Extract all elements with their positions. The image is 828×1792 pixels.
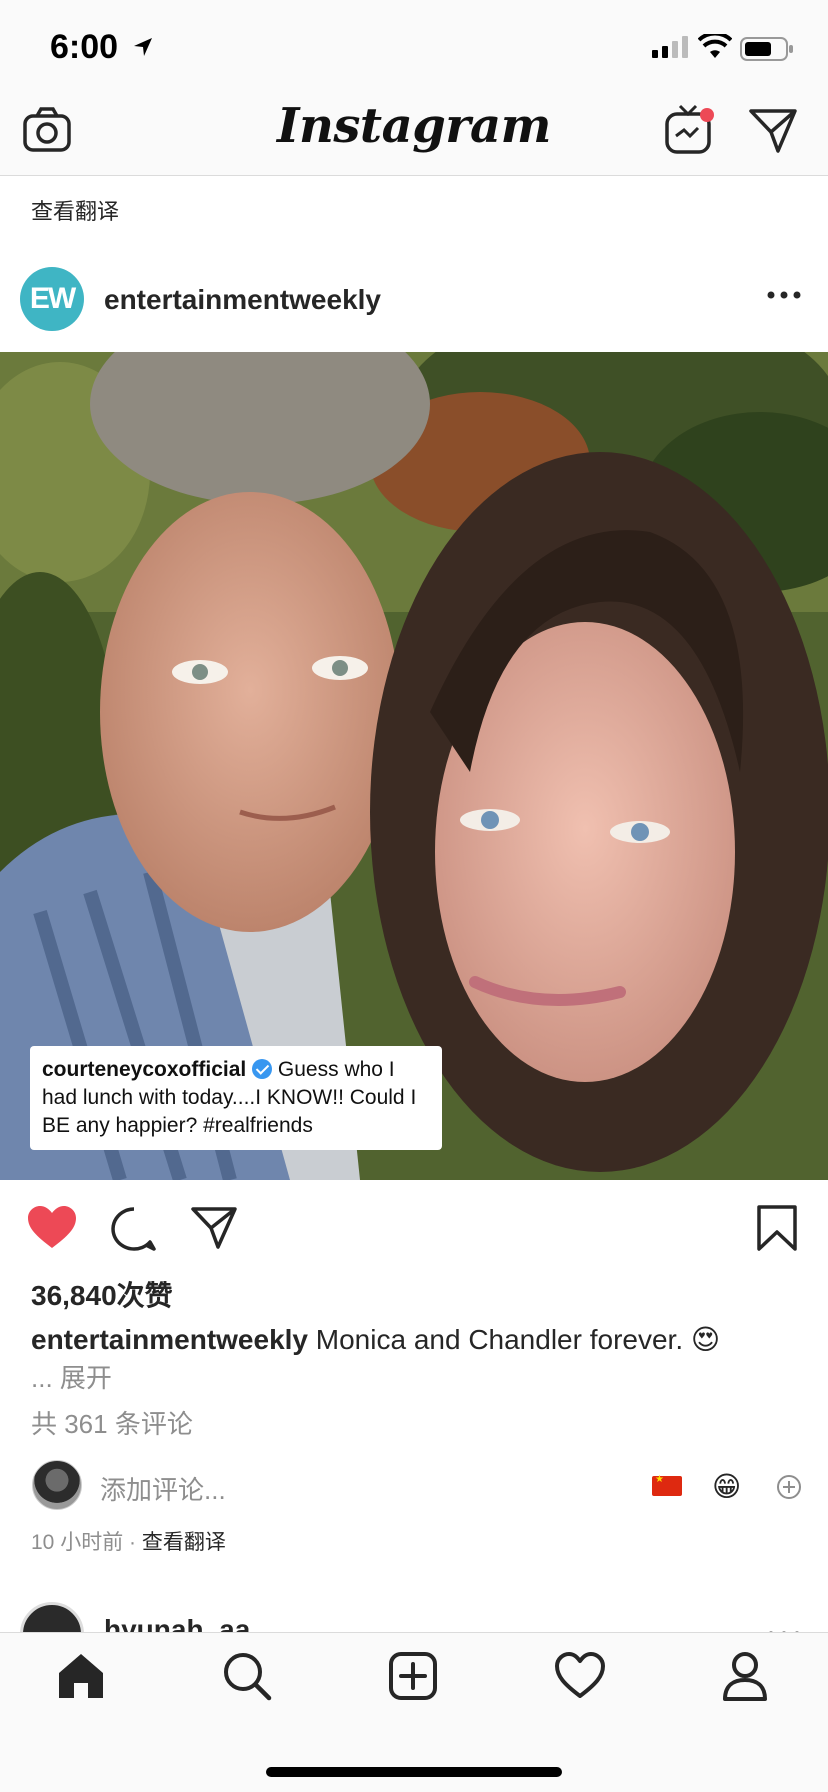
- home-icon[interactable]: [56, 1651, 106, 1701]
- status-bar: 6:00: [0, 0, 828, 92]
- add-comment-row: 添加评论... 😁: [0, 1458, 828, 1512]
- new-post-icon[interactable]: [388, 1651, 438, 1701]
- home-indicator: [266, 1767, 562, 1777]
- verified-badge-icon: [252, 1059, 273, 1079]
- view-all-comments-link[interactable]: 共 361 条评论: [31, 1404, 193, 1441]
- comment-input[interactable]: 添加评论...: [100, 1470, 226, 1507]
- location-arrow-icon: [134, 38, 152, 56]
- post-caption: entertainmentweekly Monica and Chandler …: [31, 1322, 801, 1358]
- battery-icon: [740, 37, 793, 61]
- activity-heart-icon[interactable]: [554, 1651, 606, 1699]
- expand-caption-link[interactable]: ... 展开: [31, 1358, 112, 1395]
- post-username[interactable]: entertainmentweekly: [104, 284, 381, 316]
- bookmark-icon[interactable]: [756, 1204, 798, 1252]
- comment-icon[interactable]: [110, 1206, 158, 1252]
- search-icon[interactable]: [222, 1651, 272, 1701]
- top-nav-bar: Instagram: [0, 92, 828, 176]
- wifi-icon: [698, 34, 732, 58]
- likes-count[interactable]: 36,840次赞: [31, 1274, 173, 1314]
- direct-message-icon[interactable]: [748, 108, 798, 154]
- profile-icon[interactable]: [722, 1651, 768, 1701]
- post-timestamp: 10 小时前 · 查看翻译: [31, 1526, 226, 1556]
- more-options-icon[interactable]: [766, 290, 802, 300]
- status-time: 6:00: [50, 28, 119, 66]
- translate-link[interactable]: 查看翻译: [142, 1531, 226, 1554]
- add-circle-icon[interactable]: [776, 1474, 802, 1500]
- cellular-signal-icon: [652, 36, 688, 58]
- post-actions: [0, 1196, 828, 1260]
- photo-caption-overlay: courteneycoxofficial Guess who I had lun…: [30, 1046, 442, 1150]
- overlay-username: courteneycoxofficial: [42, 1058, 247, 1081]
- post-header: EW entertainmentweekly: [0, 262, 828, 338]
- china-flag-emoji-icon[interactable]: [652, 1474, 682, 1496]
- previous-translate-link[interactable]: 查看翻译: [31, 194, 119, 226]
- avatar: [32, 1460, 82, 1510]
- time-ago-text: 10 小时前 ·: [31, 1531, 142, 1554]
- caption-text: Monica and Chandler forever. 😍: [315, 1324, 721, 1355]
- bottom-tab-bar: [0, 1632, 828, 1792]
- grin-emoji[interactable]: 😁: [712, 1472, 741, 1502]
- avatar[interactable]: EW: [20, 267, 84, 331]
- caption-username[interactable]: entertainmentweekly: [31, 1324, 308, 1355]
- like-heart-icon[interactable]: [26, 1204, 78, 1250]
- post-photo[interactable]: courteneycoxofficial Guess who I had lun…: [0, 352, 828, 1180]
- share-icon[interactable]: [190, 1206, 238, 1250]
- igtv-notification-dot: [700, 108, 714, 122]
- previous-post-snippet: 查看翻译: [0, 160, 828, 226]
